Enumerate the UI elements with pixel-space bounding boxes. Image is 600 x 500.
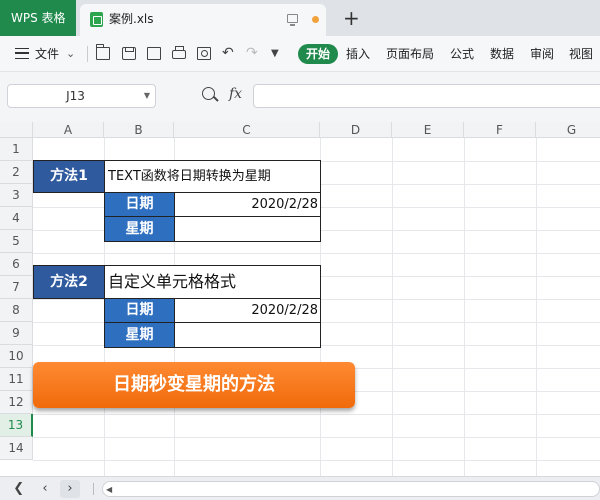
row-header-14[interactable]: 14 xyxy=(0,437,33,460)
row-header-13[interactable]: 13 xyxy=(0,414,33,437)
plus-icon[interactable]: + xyxy=(343,6,360,30)
name-box-value: J13 xyxy=(66,89,85,103)
zoom-icon[interactable] xyxy=(202,87,215,100)
cell-method2[interactable]: 方法2 xyxy=(33,265,105,299)
chevron-down-icon[interactable]: ⌄ xyxy=(66,45,75,63)
row-header-9[interactable]: 9 xyxy=(0,322,33,345)
menu-tab-page-layout[interactable]: 页面布局 xyxy=(386,36,434,72)
open-folder-icon[interactable] xyxy=(96,44,110,60)
title-bar: WPS 表格 案例.xls + xyxy=(0,0,600,36)
row-header-11[interactable]: 11 xyxy=(0,368,33,391)
file-menu[interactable]: 文件 xyxy=(35,36,59,72)
unsaved-indicator-icon[interactable] xyxy=(312,16,319,23)
formula-input[interactable] xyxy=(253,84,600,108)
first-sheet-icon[interactable]: ❮ xyxy=(10,480,30,498)
cell-method1-desc[interactable]: TEXT函数将日期转换为星期 xyxy=(104,160,321,193)
row-header-5[interactable]: 5 xyxy=(0,230,33,253)
save-icon[interactable] xyxy=(122,47,136,60)
row-header-7[interactable]: 7 xyxy=(0,276,33,299)
menu-tab-review[interactable]: 审阅 xyxy=(530,36,554,72)
spreadsheet-file-icon xyxy=(90,12,103,27)
sheet-nav-bar: ❮ ‹ › ◀ xyxy=(0,476,600,500)
toolbar-divider xyxy=(87,46,88,62)
nav-divider xyxy=(93,483,94,495)
function-icon[interactable]: fx xyxy=(229,84,242,104)
column-header-e[interactable]: E xyxy=(392,122,464,138)
caret-down-icon[interactable]: ▼ xyxy=(144,85,150,107)
print-preview-icon[interactable] xyxy=(197,47,211,60)
menu-tab-formulas[interactable]: 公式 xyxy=(450,36,474,72)
menu-tab-start[interactable]: 开始 xyxy=(298,44,338,64)
undo-icon[interactable]: ↶ xyxy=(222,46,238,60)
scroll-left-icon[interactable]: ◀ xyxy=(106,485,112,494)
cell-week-value-1[interactable] xyxy=(174,216,321,242)
row-header-4[interactable]: 4 xyxy=(0,207,33,230)
menu-toolbar: 文件 ⌄ ↶ ↷ ▼ 开始 插入 页面布局 公式 数据 审阅 视图 xyxy=(0,36,600,72)
name-box[interactable]: J13 ▼ xyxy=(7,84,156,108)
column-header-g[interactable]: G xyxy=(536,122,600,138)
file-tab-label: 案例.xls xyxy=(109,12,154,26)
column-header-c[interactable]: C xyxy=(174,122,320,138)
cell-week-label-1[interactable]: 星期 xyxy=(104,216,175,242)
row-header-8[interactable]: 8 xyxy=(0,299,33,322)
print-icon[interactable] xyxy=(172,46,186,59)
row-header-10[interactable]: 10 xyxy=(0,345,33,368)
title-banner[interactable]: 日期秒变星期的方法 xyxy=(33,362,355,408)
cell-week-value-2[interactable] xyxy=(174,322,321,348)
gridline xyxy=(33,460,600,461)
row-header-3[interactable]: 3 xyxy=(0,184,33,207)
horizontal-scrollbar[interactable]: ◀ xyxy=(102,481,600,497)
menu-tab-view[interactable]: 视图 xyxy=(569,36,593,72)
select-all-corner[interactable] xyxy=(0,122,33,138)
file-tab[interactable]: 案例.xls xyxy=(80,4,326,36)
row-header-12[interactable]: 12 xyxy=(0,391,33,414)
cell-date-label-2[interactable]: 日期 xyxy=(104,298,175,323)
row-header-1[interactable]: 1 xyxy=(0,138,33,161)
gridline xyxy=(536,138,537,476)
row-header-6[interactable]: 6 xyxy=(0,253,33,276)
prev-sheet-icon[interactable]: ‹ xyxy=(35,480,55,498)
hamburger-menu-icon[interactable] xyxy=(15,48,29,59)
cell-date-value-1[interactable]: 2020/2/28 xyxy=(174,192,321,217)
menu-tab-insert[interactable]: 插入 xyxy=(346,36,370,72)
gridline xyxy=(464,138,465,476)
monitor-icon[interactable] xyxy=(287,14,298,26)
row-header-2[interactable]: 2 xyxy=(0,161,33,184)
gridline xyxy=(33,437,600,438)
menu-tab-data[interactable]: 数据 xyxy=(490,36,514,72)
app-tab-wps[interactable]: WPS 表格 xyxy=(0,0,76,36)
next-sheet-icon[interactable]: › xyxy=(60,480,80,498)
export-pdf-icon[interactable] xyxy=(147,47,161,60)
more-dropdown-icon[interactable]: ▼ xyxy=(271,47,285,60)
column-header-f[interactable]: F xyxy=(464,122,536,138)
cell-date-label-1[interactable]: 日期 xyxy=(104,192,175,217)
column-header-b[interactable]: B xyxy=(104,122,174,138)
column-header-a[interactable]: A xyxy=(33,122,104,138)
column-header-d[interactable]: D xyxy=(320,122,392,138)
cell-method1[interactable]: 方法1 xyxy=(33,160,105,193)
spreadsheet-grid[interactable]: A B C D E F G 1 2 3 4 5 6 7 8 9 10 11 12… xyxy=(0,122,600,476)
formula-bar: J13 ▼ fx xyxy=(0,72,600,122)
gridline xyxy=(33,414,600,415)
redo-icon[interactable]: ↷ xyxy=(246,46,262,60)
cell-date-value-2[interactable]: 2020/2/28 xyxy=(174,298,321,323)
gridline xyxy=(33,253,600,254)
gridline xyxy=(392,138,393,476)
cell-method2-desc[interactable]: 自定义单元格格式 xyxy=(104,265,321,299)
cell-week-label-2[interactable]: 星期 xyxy=(104,322,175,348)
